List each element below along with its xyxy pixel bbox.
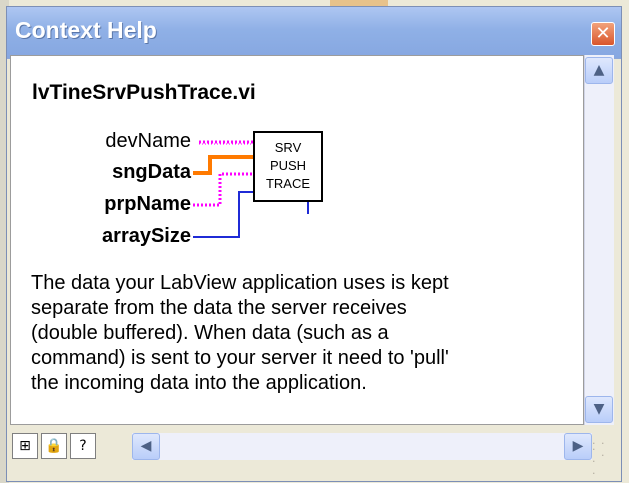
detailed-help-button[interactable]: ? [70, 433, 96, 459]
connector-pane-diagram: SRV PUSH TRACE [193, 131, 323, 238]
title-bar[interactable]: Context Help ✕ [7, 7, 621, 59]
wire-prpname [193, 172, 254, 207]
horizontal-scrollbar[interactable]: ◀ ▶ [132, 433, 592, 460]
show-block-diagram-icon: ⊞ [19, 438, 31, 454]
description-line: the incoming data into the application. [31, 372, 367, 394]
description-line: The data your LabView application uses i… [31, 272, 449, 294]
description-line: command) is sent to your server it need … [31, 347, 449, 369]
vi-block-label-line3: TRACE [266, 176, 310, 191]
scroll-left-button[interactable]: ◀ [132, 433, 160, 460]
bottom-toolbar: ⊞ 🔒 ? ◀ ▶ · · · · · · [10, 427, 614, 479]
chevron-left-icon: ◀ [140, 438, 152, 454]
lock-button[interactable]: 🔒 [41, 433, 67, 459]
close-icon: ✕ [595, 23, 611, 44]
window-title: Context Help [15, 17, 157, 43]
wire-sngdata [193, 155, 254, 175]
scroll-down-button[interactable]: ▼ [585, 396, 613, 423]
resize-grip-icon[interactable]: · · · · · · [592, 438, 610, 479]
wire-devname [199, 140, 254, 145]
description-line: separate from the data the server receiv… [31, 297, 407, 319]
description-line: (double buffered). When data (such as a [31, 322, 389, 344]
vi-block-label-line1: SRV [275, 140, 302, 155]
description-text: The data your LabView application uses i… [31, 271, 571, 396]
scroll-up-button[interactable]: ▲ [585, 57, 613, 84]
lock-icon: 🔒 [45, 438, 63, 454]
wire-arraysize [193, 191, 254, 238]
scroll-right-button[interactable]: ▶ [564, 433, 592, 460]
chevron-right-icon: ▶ [572, 438, 584, 454]
chevron-down-icon: ▼ [593, 401, 605, 417]
close-button[interactable]: ✕ [591, 22, 615, 46]
vertical-scrollbar[interactable]: ▲ ▼ [584, 55, 614, 425]
vi-block-label-line2: PUSH [270, 158, 306, 173]
show-block-diagram-button[interactable]: ⊞ [12, 433, 38, 459]
help-content-pane: lvTineSrvPushTrace.vi devName sngData pr… [10, 55, 584, 425]
detailed-help-icon: ? [79, 438, 87, 454]
chevron-up-icon: ▲ [593, 62, 605, 78]
